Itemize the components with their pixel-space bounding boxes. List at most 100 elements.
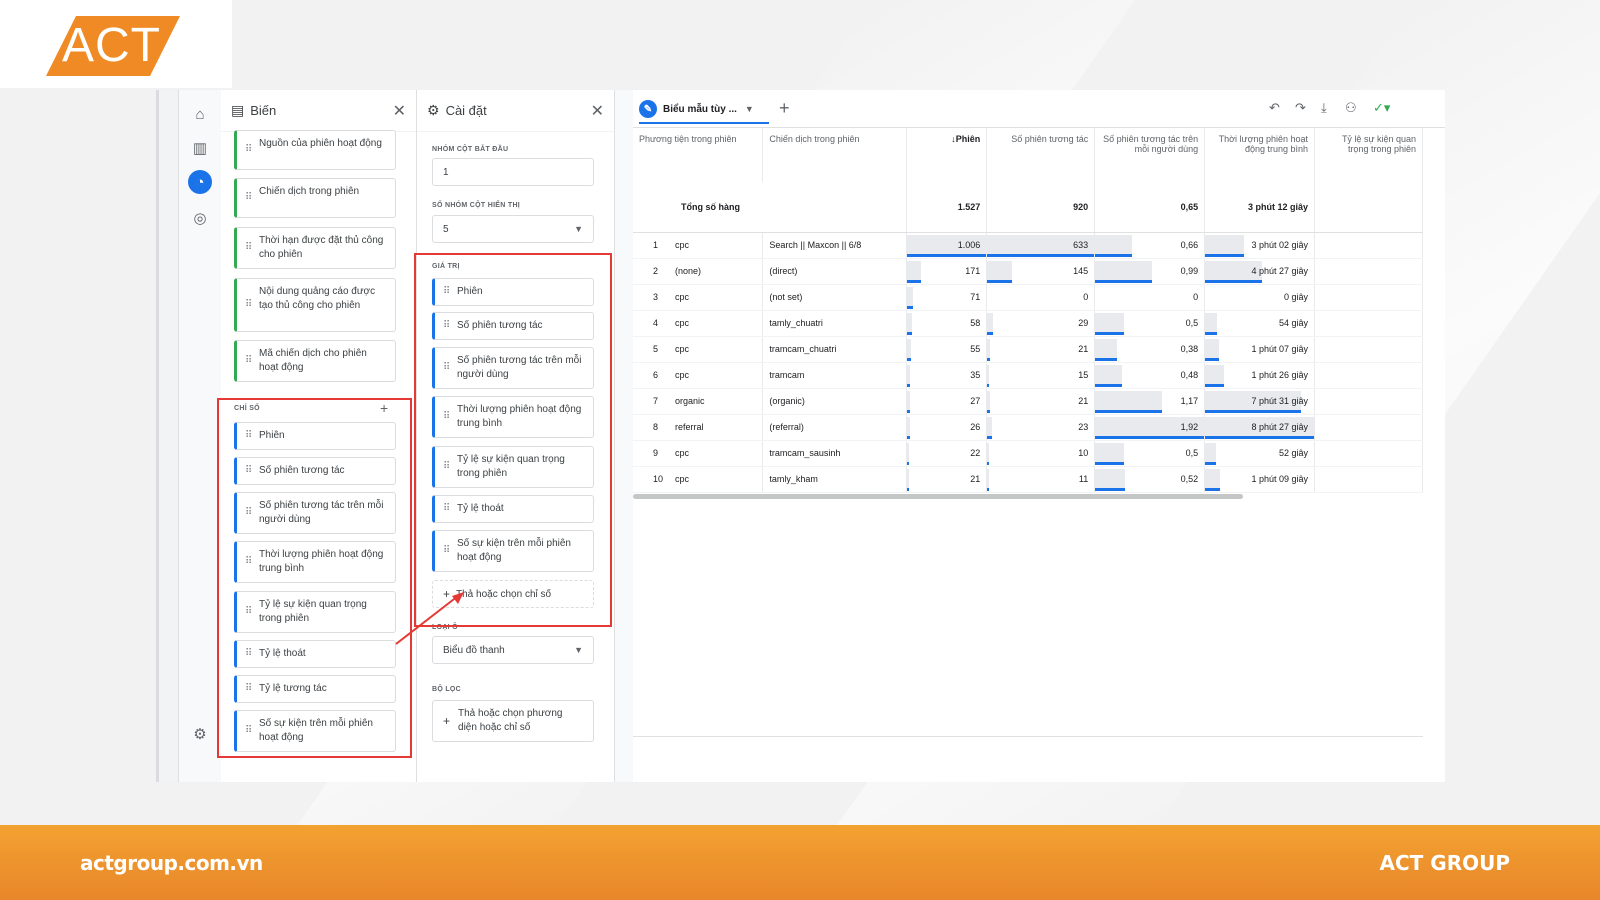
metric-cell: 7 phút 31 giây xyxy=(1204,388,1316,415)
table-row[interactable]: 4 cpc tamly_chuatri 58 29 0,5 54 giây xyxy=(633,310,1423,337)
table-row[interactable]: 8 referral (referral) 26 23 1,92 8 phút 27 giâ… xyxy=(633,414,1423,441)
metric-cell: 0 xyxy=(986,284,1096,311)
dimension-chip[interactable]: ⠿ Chiến dịch trong phiên xyxy=(234,178,396,218)
table-row[interactable]: 7 organic (organic) 27 21 1,17 7 phút 31 giây xyxy=(633,388,1423,415)
dimension-chip[interactable]: ⠿ Nội dung quảng cáo được tạo thủ công ch… xyxy=(234,278,396,332)
metric-cell: 1 phút 26 giây xyxy=(1204,362,1316,389)
start-row-input[interactable]: 1 xyxy=(432,158,594,186)
row-campaign: (not set) xyxy=(762,284,908,311)
add-tab-icon[interactable]: + xyxy=(779,98,790,119)
column-header[interactable]: Chiến dịch trong phiên xyxy=(762,128,908,182)
total-value: 3 phút 12 giây xyxy=(1204,182,1316,233)
table-row[interactable]: 2 (none) (direct) 171 145 0,99 4 phút 27 giây xyxy=(633,258,1423,285)
table-row[interactable]: 1 cpc Search || Maxcon || 6/8 1.006 633 0,66 3… xyxy=(633,232,1423,259)
dimension-chip[interactable]: ⠿ Mã chiến dịch cho phiên hoạt động xyxy=(234,340,396,382)
value-shade-bar xyxy=(907,260,921,282)
metric-value: 27 xyxy=(970,396,981,406)
variables-title: Biến xyxy=(250,103,277,118)
value-shade-bar xyxy=(987,312,993,334)
metric-value: 0,99 xyxy=(1180,266,1199,276)
check-status-icon[interactable]: ✓▾ xyxy=(1373,100,1390,116)
row-medium: cpc xyxy=(675,318,690,328)
value-shade-bar xyxy=(1205,364,1224,386)
column-header[interactable]: Tỷ lệ sự kiện quan trọng trong phiên xyxy=(1314,128,1423,182)
value-bar xyxy=(987,461,990,465)
row-index: 6 xyxy=(653,370,659,380)
metric-value: 0,5 xyxy=(1185,448,1199,458)
column-header[interactable]: Thời lượng phiên hoạt động trung bình xyxy=(1204,128,1316,182)
undo-icon[interactable]: ↶ xyxy=(1269,100,1280,116)
metric-value: 0,52 xyxy=(1180,474,1199,484)
value-bar xyxy=(987,435,992,439)
metric-cell: 58 xyxy=(906,310,988,337)
horizontal-scrollbar[interactable] xyxy=(633,494,1243,499)
value-bar xyxy=(1205,279,1262,283)
table-row[interactable]: 5 cpc tramcam_chuatri 55 21 0,38 1 phút 07 giâ… xyxy=(633,336,1423,363)
value-bar xyxy=(1205,409,1301,413)
drag-handle-icon[interactable]: ⠿ xyxy=(245,191,252,205)
settings-gear-icon[interactable]: ⚙ xyxy=(188,722,212,746)
metric-cell: 0,5 xyxy=(1094,440,1206,467)
value-bar xyxy=(1095,383,1123,387)
close-icon[interactable]: ✕ xyxy=(393,101,406,121)
redo-icon[interactable]: ↷ xyxy=(1295,100,1306,116)
dimension-chip[interactable]: ⠿ Nguồn của phiên hoạt động xyxy=(234,130,396,170)
advertising-icon[interactable]: ◎ xyxy=(188,206,212,230)
column-header[interactable]: Số phiên tương tác xyxy=(986,128,1096,182)
table-row[interactable]: 3 cpc (not set) 71 0 0 0 giây xyxy=(633,284,1423,311)
value-bar xyxy=(987,331,993,335)
row-index: 1 xyxy=(653,240,659,250)
value-shade-bar xyxy=(907,390,910,412)
table-row[interactable]: 10 cpc tamly_kham 21 11 0,52 1 phút 09 giây xyxy=(633,466,1423,493)
report-tab[interactable]: ✎ Biểu mẫu tùy ... ▼ xyxy=(639,96,769,124)
table-row[interactable]: 9 cpc tramcam_sausinh 22 10 0,5 52 giây xyxy=(633,440,1423,467)
logo-text: ACT xyxy=(62,19,161,72)
metric-value: 1 phút 07 giây xyxy=(1251,344,1309,354)
row-medium: (none) xyxy=(675,266,702,276)
metric-cell: 1 phút 09 giây xyxy=(1204,466,1316,493)
drag-handle-icon[interactable]: ⠿ xyxy=(245,354,252,368)
column-header-sorted[interactable]: ↓Phiên xyxy=(906,128,988,182)
left-scroll-rail xyxy=(159,90,179,782)
value-shade-bar xyxy=(907,312,913,334)
dimension-chip[interactable]: ⠿ Thời hạn được đặt thủ công cho phiên xyxy=(234,227,396,269)
metric-cell: 4 phút 27 giây xyxy=(1204,258,1316,285)
variables-icon: ▤ xyxy=(231,102,245,118)
metric-value: 7 phút 31 giây xyxy=(1251,396,1309,406)
chip-label: Chiến dịch trong phiên xyxy=(259,186,360,197)
filter-drop-zone[interactable]: + Thả hoặc chọn phương diện hoặc chỉ số xyxy=(432,700,594,742)
drag-handle-icon[interactable]: ⠿ xyxy=(245,241,252,255)
rows-shown-select[interactable]: 5 ▼ xyxy=(432,215,594,243)
explore-icon[interactable]: ◔ xyxy=(188,170,212,194)
table-row[interactable]: 6 cpc tramcam 35 15 0,48 1 phút 26 giây xyxy=(633,362,1423,389)
row-index: 9 xyxy=(653,448,659,458)
total-value: 0,65 xyxy=(1094,182,1206,233)
metric-value: 54 giây xyxy=(1279,318,1309,328)
metric-cell: 15 xyxy=(986,362,1096,389)
value-bar xyxy=(907,305,913,309)
row-medium-cell: 8 referral xyxy=(633,414,764,441)
pencil-icon: ✎ xyxy=(639,100,657,118)
metric-value: 11 xyxy=(1078,474,1089,484)
download-icon[interactable]: ⤓ xyxy=(1321,100,1327,116)
home-icon[interactable]: ⌂ xyxy=(188,102,212,126)
share-user-icon[interactable]: ⚇ xyxy=(1345,100,1357,116)
row-campaign: tamly_chuatri xyxy=(762,310,908,337)
metric-cell: 1,92 xyxy=(1094,414,1206,441)
faded-cell xyxy=(1314,310,1423,337)
value-bar xyxy=(907,435,910,439)
drag-handle-icon[interactable]: ⠿ xyxy=(245,143,252,157)
value-shade-bar xyxy=(907,468,909,490)
metric-cell: 0,52 xyxy=(1094,466,1206,493)
row-medium-cell: 1 cpc xyxy=(633,232,764,259)
column-header[interactable]: Số phiên tương tác trên mỗi người dùng xyxy=(1094,128,1206,182)
close-icon[interactable]: ✕ xyxy=(591,101,604,121)
drag-handle-icon[interactable]: ⠿ xyxy=(245,298,252,312)
footer-website[interactable]: actgroup.com.vn xyxy=(80,851,263,875)
column-header[interactable]: Phương tiện trong phiên xyxy=(633,128,764,182)
row-medium-cell: 7 organic xyxy=(633,388,764,415)
data-table: Phương tiện trong phiên Chiến dịch trong… xyxy=(633,128,1423,493)
row-index: 5 xyxy=(653,344,659,354)
row-medium-cell: 9 cpc xyxy=(633,440,764,467)
reports-icon[interactable]: ▥ xyxy=(188,136,212,160)
